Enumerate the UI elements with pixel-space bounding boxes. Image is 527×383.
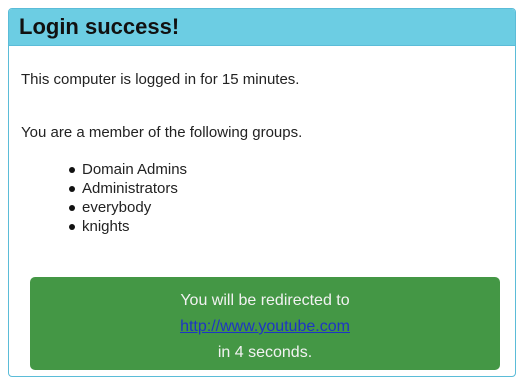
- group-name: everybody: [82, 199, 152, 216]
- page-title: Login success!: [19, 14, 180, 39]
- login-success-panel: Login success! This computer is logged i…: [8, 8, 516, 377]
- list-item: Administrators: [69, 179, 187, 198]
- redirect-link[interactable]: http://www.youtube.com: [180, 318, 350, 335]
- list-item: knights: [69, 217, 187, 236]
- logged-in-message: This computer is logged in for 15 minute…: [21, 71, 300, 88]
- bullet-icon: [69, 205, 75, 211]
- group-name: knights: [82, 218, 130, 235]
- bullet-icon: [69, 167, 75, 173]
- group-list: Domain Admins Administrators everybody k…: [69, 160, 187, 236]
- group-name: Administrators: [82, 180, 178, 197]
- list-item: Domain Admins: [69, 160, 187, 179]
- list-item: everybody: [69, 198, 187, 217]
- redirect-countdown: in 4 seconds.: [217, 344, 313, 361]
- redirect-prefix: You will be redirected to: [180, 292, 350, 309]
- panel-header: Login success!: [9, 9, 515, 46]
- bullet-icon: [69, 224, 75, 230]
- redirect-notice: You will be redirected to http://www.you…: [30, 277, 500, 370]
- groups-intro-message: You are a member of the following groups…: [21, 124, 303, 141]
- group-name: Domain Admins: [82, 161, 188, 178]
- redirect-link-container: http://www.youtube.com: [30, 318, 500, 336]
- bullet-icon: [69, 186, 75, 192]
